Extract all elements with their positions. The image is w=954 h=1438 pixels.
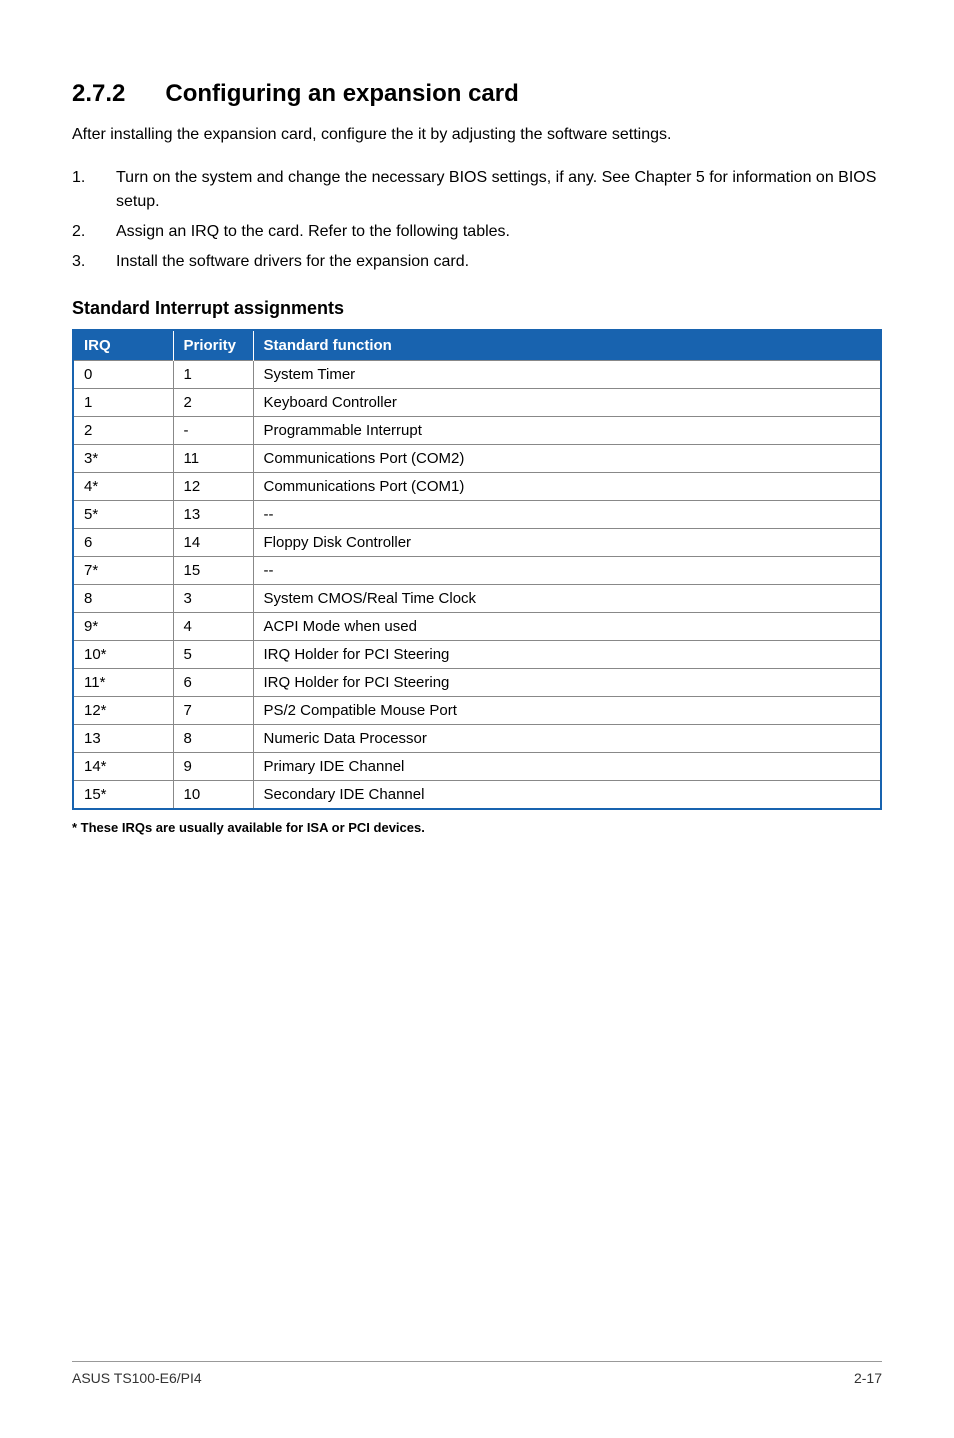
table-row: 7* 15 --	[73, 557, 881, 585]
list-item: 3. Install the software drivers for the …	[72, 250, 882, 274]
cell-priority: 10	[173, 781, 253, 810]
cell-irq: 6	[73, 529, 173, 557]
cell-function: Secondary IDE Channel	[253, 781, 881, 810]
table-row: 14* 9 Primary IDE Channel	[73, 753, 881, 781]
steps-list: 1. Turn on the system and change the nec…	[72, 166, 882, 274]
cell-irq: 13	[73, 725, 173, 753]
table-body: 0 1 System Timer 1 2 Keyboard Controller…	[73, 361, 881, 810]
list-text: Install the software drivers for the exp…	[116, 250, 882, 274]
cell-function: Communications Port (COM1)	[253, 473, 881, 501]
intro-paragraph: After installing the expansion card, con…	[72, 124, 882, 146]
table-row: 3* 11 Communications Port (COM2)	[73, 445, 881, 473]
cell-function: IRQ Holder for PCI Steering	[253, 641, 881, 669]
cell-priority: 15	[173, 557, 253, 585]
cell-function: Floppy Disk Controller	[253, 529, 881, 557]
list-number: 2.	[72, 220, 116, 244]
table-row: 9* 4 ACPI Mode when used	[73, 613, 881, 641]
cell-irq: 15*	[73, 781, 173, 810]
cell-irq: 9*	[73, 613, 173, 641]
cell-priority: 9	[173, 753, 253, 781]
cell-priority: 12	[173, 473, 253, 501]
cell-priority: 7	[173, 697, 253, 725]
footer-left: ASUS TS100-E6/PI4	[72, 1370, 202, 1386]
cell-function: Numeric Data Processor	[253, 725, 881, 753]
header-function: Standard function	[253, 330, 881, 361]
list-number: 1.	[72, 166, 116, 214]
cell-priority: 2	[173, 389, 253, 417]
cell-irq: 8	[73, 585, 173, 613]
cell-irq: 11*	[73, 669, 173, 697]
section-heading-text: Configuring an expansion card	[165, 80, 518, 107]
cell-irq: 10*	[73, 641, 173, 669]
cell-function: System Timer	[253, 361, 881, 389]
cell-irq: 12*	[73, 697, 173, 725]
cell-function: IRQ Holder for PCI Steering	[253, 669, 881, 697]
table-row: 2 - Programmable Interrupt	[73, 417, 881, 445]
footer-right: 2-17	[854, 1370, 882, 1386]
header-priority: Priority	[173, 330, 253, 361]
header-irq: IRQ	[73, 330, 173, 361]
list-text: Assign an IRQ to the card. Refer to the …	[116, 220, 882, 244]
cell-priority: 5	[173, 641, 253, 669]
cell-priority: 11	[173, 445, 253, 473]
cell-priority: 3	[173, 585, 253, 613]
table-row: 6 14 Floppy Disk Controller	[73, 529, 881, 557]
table-row: 4* 12 Communications Port (COM1)	[73, 473, 881, 501]
table-row: 11* 6 IRQ Holder for PCI Steering	[73, 669, 881, 697]
table-row: 5* 13 --	[73, 501, 881, 529]
table-footnote: * These IRQs are usually available for I…	[72, 820, 882, 835]
table-row: 10* 5 IRQ Holder for PCI Steering	[73, 641, 881, 669]
cell-irq: 14*	[73, 753, 173, 781]
cell-irq: 7*	[73, 557, 173, 585]
cell-priority: 8	[173, 725, 253, 753]
table-header-row: IRQ Priority Standard function	[73, 330, 881, 361]
cell-function: PS/2 Compatible Mouse Port	[253, 697, 881, 725]
cell-function: Keyboard Controller	[253, 389, 881, 417]
cell-priority: 6	[173, 669, 253, 697]
cell-function: System CMOS/Real Time Clock	[253, 585, 881, 613]
cell-function: Primary IDE Channel	[253, 753, 881, 781]
list-item: 2. Assign an IRQ to the card. Refer to t…	[72, 220, 882, 244]
cell-priority: 4	[173, 613, 253, 641]
cell-function: Programmable Interrupt	[253, 417, 881, 445]
list-number: 3.	[72, 250, 116, 274]
cell-priority: 14	[173, 529, 253, 557]
cell-irq: 4*	[73, 473, 173, 501]
cell-priority: 1	[173, 361, 253, 389]
cell-function: Communications Port (COM2)	[253, 445, 881, 473]
cell-irq: 5*	[73, 501, 173, 529]
table-row: 0 1 System Timer	[73, 361, 881, 389]
cell-function: --	[253, 501, 881, 529]
table-row: 15* 10 Secondary IDE Channel	[73, 781, 881, 810]
table-row: 1 2 Keyboard Controller	[73, 389, 881, 417]
table-row: 8 3 System CMOS/Real Time Clock	[73, 585, 881, 613]
cell-irq: 0	[73, 361, 173, 389]
cell-priority: 13	[173, 501, 253, 529]
table-row: 12* 7 PS/2 Compatible Mouse Port	[73, 697, 881, 725]
cell-irq: 3*	[73, 445, 173, 473]
section-number: 2.7.2	[72, 80, 125, 108]
list-text: Turn on the system and change the necess…	[116, 166, 882, 214]
cell-function: --	[253, 557, 881, 585]
table-row: 13 8 Numeric Data Processor	[73, 725, 881, 753]
table-heading: Standard Interrupt assignments	[72, 298, 882, 319]
cell-irq: 2	[73, 417, 173, 445]
cell-irq: 1	[73, 389, 173, 417]
irq-table: IRQ Priority Standard function 0 1 Syste…	[72, 329, 882, 810]
cell-priority: -	[173, 417, 253, 445]
list-item: 1. Turn on the system and change the nec…	[72, 166, 882, 214]
cell-function: ACPI Mode when used	[253, 613, 881, 641]
section-title: 2.7.2 Configuring an expansion card	[72, 80, 882, 108]
page-footer: ASUS TS100-E6/PI4 2-17	[72, 1361, 882, 1386]
